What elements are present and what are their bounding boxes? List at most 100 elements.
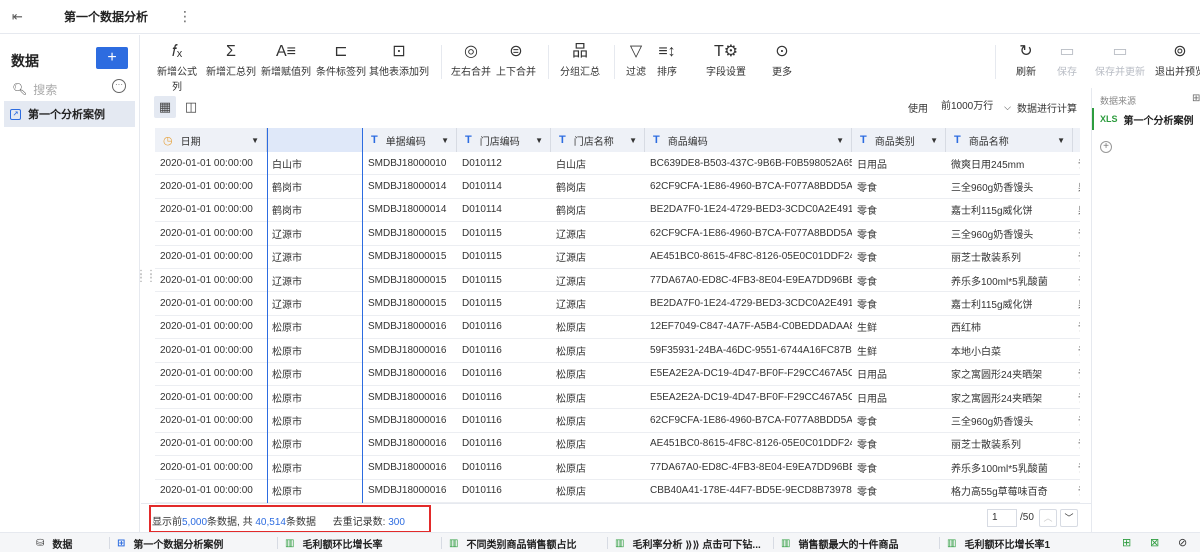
dropdown-caret-icon[interactable]: ▼ <box>1057 136 1065 145</box>
table-row[interactable]: 2020-01-01 00:00:00 松原市 SMDBJ18000016 D0101… <box>155 363 1080 386</box>
table-row[interactable]: 2020-01-01 00:00:00 辽源市 SMDBJ18000015 D0101… <box>155 292 1080 316</box>
column-header[interactable]: T 城市 ▼ <box>267 128 363 152</box>
table-cell: BE2DA7F0-1E24-4729-BED3-3CDC0A2E4918 <box>650 204 852 216</box>
data-table: ◷ 日期 ▼ T 城市 ▼ T 单据编码 ▼ T 门店编码 ▼ T 门店名称 ▼ T 商品编码 ▼ T 商品类别 ▼ T 商… <box>155 128 1080 503</box>
bottom-tab[interactable]: ⛁ 数据 <box>36 533 72 552</box>
new-chart-icon[interactable]: ⊠ <box>1150 536 1159 549</box>
assign-button[interactable]: A≡ 新增赋值列 <box>260 41 312 78</box>
table-row[interactable]: 2020-01-01 00:00:00 辽源市 SMDBJ18000015 D0101… <box>155 269 1080 293</box>
table-cell: 62CF9CFA-1E86-4960-B7CA-F077A8BDD5A6 <box>650 415 852 427</box>
table-row[interactable]: 2020-01-01 00:00:00 鹤岗市 SMDBJ18000014 D0101… <box>155 175 1080 199</box>
dropdown-caret-icon[interactable]: ▼ <box>629 136 637 145</box>
sort-icon: ≡↕ <box>658 43 676 60</box>
save-update-button[interactable]: ▭ 保存并更新 <box>1094 41 1146 78</box>
exit-preview-button[interactable]: ⊚ 退出并预览 <box>1154 41 1200 78</box>
column-header[interactable]: T 门店编码 ▼ <box>457 128 551 152</box>
merge-lr-button[interactable]: ◎ 左右合并 <box>451 41 491 78</box>
column-view-icon[interactable]: ◫ <box>180 96 202 118</box>
dropdown-caret-icon[interactable]: ▼ <box>836 136 844 145</box>
data-source-name: 第一个分析案例 <box>1123 115 1194 127</box>
table-cell: 松原市 <box>272 393 302 405</box>
text-type-icon: T <box>653 134 660 146</box>
group-button[interactable]: 品分组汇总 <box>560 41 600 78</box>
table-cell: 2020-01-01 00:00:00 <box>160 438 253 450</box>
table-cell: 订 <box>1073 222 1080 244</box>
table-row[interactable]: 2020-01-01 00:00:00 松原市 SMDBJ18000016 D0101… <box>155 339 1080 363</box>
formula-button[interactable]: 𝑓ₓ 新增公式列 <box>153 41 201 93</box>
bottom-tab[interactable]: ▥ 销售额最大的十件商品 <box>781 533 898 552</box>
more-label: 更多 <box>772 67 792 78</box>
bottom-tab[interactable]: ▥ 毛利率分析 ⟫⟫ 点击可下钻... <box>615 533 761 552</box>
table-cell: D010114 <box>462 204 502 216</box>
row-limit-select[interactable]: 前1000万行 ⌵ <box>939 98 1015 116</box>
column-header[interactable]: T 商品编码 ▼ <box>645 128 852 152</box>
column-header[interactable]: T 单据编码 ▼ <box>363 128 457 152</box>
column-header[interactable]: ◷ 日期 ▼ <box>155 128 267 152</box>
cond-button[interactable]: ⊏ 条件标签列 <box>315 41 367 78</box>
column-header[interactable]: T 商品名称 ▼ <box>946 128 1073 152</box>
tree-item-case[interactable]: ↗ 第一个分析案例 <box>4 101 135 127</box>
sort-button[interactable]: ≡↕ 排序 <box>657 41 677 78</box>
table-cell: 三全960g奶香馒头 <box>951 417 1034 429</box>
table-row[interactable]: 2020-01-01 00:00:00 松原市 SMDBJ18000016 D0101… <box>155 316 1080 340</box>
table-cell: D010116 <box>462 485 502 497</box>
more-button[interactable]: ⊙ 更多 <box>771 41 793 78</box>
add-source-icon[interactable]: + <box>1100 141 1112 153</box>
grid-view-icon[interactable]: ▦ <box>154 96 176 118</box>
page-down-button[interactable]: ﹀ <box>1060 509 1078 527</box>
search-input[interactable]: 搜索 <box>33 81 57 98</box>
bottom-tab[interactable]: ▥ 毛利额环比增长率 <box>285 533 382 552</box>
table-row[interactable]: 2020-01-01 00:00:00 白山市 SMDBJ18000010 D0101… <box>155 152 1080 176</box>
dropdown-caret-icon[interactable]: ▼ <box>535 136 543 145</box>
bottom-tab[interactable]: ▥ 不同类别商品销售额占比 <box>449 533 576 552</box>
table-row[interactable]: 2020-01-01 00:00:00 鹤岗市 SMDBJ18000014 D0101… <box>155 199 1080 223</box>
table-cell: 生鲜 <box>857 323 877 335</box>
dropdown-caret-icon[interactable]: ▼ <box>347 136 355 145</box>
merge-ud-button[interactable]: ⊜ 上下合并 <box>496 41 536 78</box>
add-button[interactable]: + <box>96 47 128 69</box>
dropdown-caret-icon[interactable]: ▼ <box>441 136 449 145</box>
data-source-item[interactable]: XLS 第一个分析案例 <box>1092 108 1200 130</box>
resize-handle[interactable]: ⋮⋮ ⋮⋮ <box>136 270 156 284</box>
refresh-button[interactable]: ↻ 刷新 <box>1015 41 1037 78</box>
table-cell: SMDBJ18000016 <box>368 344 447 356</box>
exit-preview-label: 退出并预览 <box>1155 67 1200 78</box>
other-button[interactable]: ⊡ 其他表添加列 <box>369 41 429 78</box>
collapse-icon[interactable]: ⇤ <box>12 9 36 25</box>
table-row[interactable]: 2020-01-01 00:00:00 松原市 SMDBJ18000016 D0101… <box>155 480 1080 503</box>
table-row[interactable]: 2020-01-01 00:00:00 辽源市 SMDBJ18000015 D0101… <box>155 222 1080 246</box>
new-table-icon[interactable]: ⊞ <box>1122 536 1131 549</box>
column-header[interactable] <box>1073 128 1080 152</box>
bottom-tab[interactable]: ▥ 毛利额环比增长率1 <box>947 533 1050 552</box>
table-row[interactable]: 2020-01-01 00:00:00 松原市 SMDBJ18000016 D0101… <box>155 386 1080 410</box>
dropdown-caret-icon[interactable]: ▼ <box>251 136 259 145</box>
page-up-button[interactable]: ︿ <box>1039 509 1057 527</box>
table-cell: SMDBJ18000014 <box>368 181 447 193</box>
table-row[interactable]: 2020-01-01 00:00:00 松原市 SMDBJ18000016 D0101… <box>155 409 1080 433</box>
table-row[interactable]: 2020-01-01 00:00:00 辽源市 SMDBJ18000015 D0101… <box>155 246 1080 269</box>
table-cell: 零食 <box>857 300 877 312</box>
save-button[interactable]: ▭ 保存 <box>1056 41 1078 78</box>
table-row[interactable]: 2020-01-01 00:00:00 松原市 SMDBJ18000016 D0101… <box>155 456 1080 480</box>
nav-icon[interactable]: ⊘ <box>1178 536 1187 549</box>
bottom-tab[interactable]: ⊞ 第一个数据分析案例 <box>117 533 223 552</box>
dropdown-caret-icon[interactable]: ▼ <box>930 136 938 145</box>
table-cell: 2020-01-01 00:00:00 <box>160 274 253 286</box>
assign-label: 新增赋值列 <box>261 67 311 78</box>
filter-button[interactable]: ▽ 过滤 <box>626 41 646 78</box>
panel-settings-icon[interactable]: ⊞ <box>1192 93 1200 104</box>
column-header[interactable]: T 门店名称 ▼ <box>551 128 645 152</box>
more-options-icon[interactable]: ⋮ <box>178 8 192 25</box>
column-header-label: 门店名称 <box>573 136 614 148</box>
table-cell: 辽源店 <box>556 229 586 241</box>
sum-button[interactable]: Σ 新增汇总列 <box>205 41 257 78</box>
more-icon[interactable]: ··· <box>112 79 126 93</box>
table-cell: 松原店 <box>556 440 586 452</box>
search-box[interactable]: 🔍︎ 搜索 <box>12 79 112 99</box>
table-cell: D010116 <box>462 461 502 473</box>
page-input[interactable]: 1 <box>987 509 1017 527</box>
table-row[interactable]: 2020-01-01 00:00:00 松原市 SMDBJ18000016 D0101… <box>155 433 1080 457</box>
column-header[interactable]: T 商品类别 ▼ <box>852 128 946 152</box>
field-button[interactable]: T⚙ 字段设置 <box>706 41 746 78</box>
table-cell: 零食 <box>857 417 877 429</box>
